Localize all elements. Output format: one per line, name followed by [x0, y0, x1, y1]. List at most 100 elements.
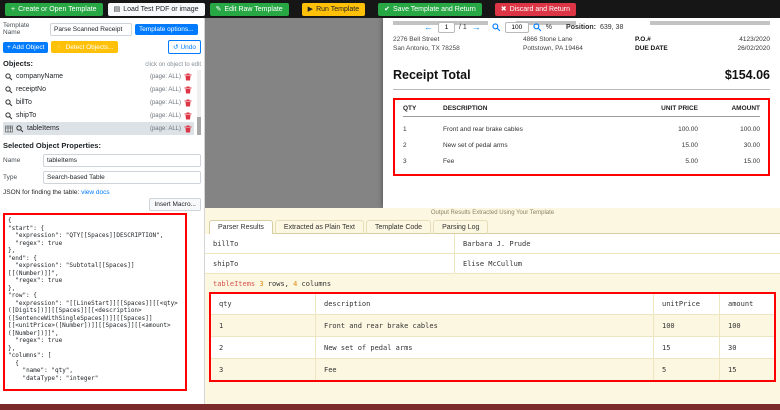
page-total-label: / 1: [459, 24, 467, 31]
object-row-tableItems[interactable]: tableItems (page: ALL): [3, 122, 194, 135]
trash-icon[interactable]: [184, 73, 192, 81]
run-label: Run Template: [316, 6, 359, 13]
run-template-button[interactable]: ▶ Run Template: [302, 3, 365, 16]
bill-address-line1: 2276 Bell Street: [393, 35, 523, 44]
parsed-table-row: 1 Front and rear brake cables 100 100: [211, 314, 774, 336]
next-page-button[interactable]: →: [471, 23, 482, 32]
object-name: companyName: [16, 73, 63, 80]
objects-section-title: Objects:: [3, 59, 33, 68]
trash-icon[interactable]: [184, 99, 192, 107]
cross-icon: ✖: [501, 6, 507, 13]
view-docs-link[interactable]: view docs: [81, 189, 110, 196]
tab-parsing-log[interactable]: Parsing Log: [433, 220, 488, 234]
doc-col-description: DESCRIPTION: [443, 105, 626, 112]
template-options-button[interactable]: Template options...: [135, 24, 198, 35]
zoom-level-input[interactable]: [505, 22, 529, 33]
search-icon: [5, 112, 13, 120]
detect-objects-label: Detect Objects...: [66, 44, 114, 51]
edit-raw-template-button[interactable]: ✎ Edit Raw Template: [210, 3, 289, 16]
field-key: billTo: [205, 234, 455, 253]
template-name-input[interactable]: [50, 23, 132, 36]
objects-scrollbar[interactable]: [197, 70, 201, 135]
doc-table-row: 2 New set of pedal arms 15.00 30.00: [403, 142, 760, 149]
top-toolbar: + Create or Open Template ▤ Load Test PD…: [0, 0, 780, 18]
table-name: tableItems: [213, 280, 255, 288]
add-object-button[interactable]: + Add Object: [3, 42, 48, 53]
objects-list: companyName (page: ALL) receiptNo (page:…: [3, 70, 201, 135]
template-sidebar: Template Name Template options... + Add …: [0, 18, 205, 404]
objects-hint: click on object to edit: [145, 62, 201, 68]
ship-address-line2: Pottstown, PA 19464: [523, 44, 635, 53]
tab-parser-results[interactable]: Parser Results: [209, 220, 273, 234]
type-field-label: Type: [3, 174, 39, 181]
search-icon: [16, 125, 24, 133]
zoom-unit-label: %: [546, 24, 552, 31]
undo-button[interactable]: ↺ Undo: [168, 40, 201, 54]
search-icon: [5, 86, 13, 94]
position-value: 639, 38: [600, 24, 623, 31]
table-icon: [5, 125, 13, 133]
object-type-input: [43, 171, 201, 184]
object-row-billTo[interactable]: billTo (page: ALL): [3, 96, 194, 109]
zoom-out-icon[interactable]: [492, 23, 501, 32]
create-or-open-template-button[interactable]: + Create or Open Template: [5, 3, 103, 16]
output-results-panel: Output Results Extracted Using Your Temp…: [205, 208, 780, 404]
parsed-table-row: 2 New set of pedal arms 15 30: [211, 336, 774, 358]
save-icon: ✔: [384, 6, 390, 13]
parsed-table-highlight: qty description unitPrice amount 1 Front…: [209, 292, 776, 382]
field-value: Elise McCullum: [455, 254, 522, 273]
selected-object-properties-title: Selected Object Properties:: [3, 141, 201, 150]
receipt-total-label: Receipt Total: [393, 68, 471, 82]
undo-icon: ↺: [173, 43, 178, 51]
table-summary: tableItems 3 rows, 4 columns: [205, 274, 780, 292]
object-row-shipTo[interactable]: shipTo (page: ALL): [3, 109, 194, 122]
table-json-editor[interactable]: { "start": { "expression": "QTY[[Spaces]…: [3, 213, 187, 391]
object-page-label: (page: ALL): [150, 100, 181, 106]
tab-template-code[interactable]: Template Code: [366, 220, 431, 234]
trash-icon[interactable]: [184, 125, 192, 133]
tab-extracted-plain-text[interactable]: Extracted as Plain Text: [275, 220, 364, 234]
doc-col-qty: QTY: [403, 105, 443, 112]
document-viewer: ← / 1 → % Position: 639, 38 2276 Bell St…: [205, 18, 780, 208]
col-description: description: [316, 294, 654, 314]
parsed-fields: billTo Barbara J. Prude shipTo Elise McC…: [205, 234, 780, 274]
field-row-billTo: billTo Barbara J. Prude: [205, 234, 780, 254]
plus-icon: +: [11, 6, 15, 13]
undo-label: Undo: [180, 44, 196, 51]
doc-col-amount: AMOUNT: [698, 105, 760, 112]
create-or-open-label: Create or Open Template: [18, 6, 96, 13]
receipt-total-row: Receipt Total $154.06: [393, 68, 770, 90]
detect-objects-button[interactable]: ⚡ Detect Objects...: [51, 41, 117, 53]
document-page[interactable]: 2276 Bell Street San Antonio, TX 78258 4…: [383, 18, 780, 208]
results-tabs: Parser Results Extracted as Plain Text T…: [209, 219, 780, 234]
object-name-input[interactable]: [43, 154, 201, 167]
due-date-label: DUE DATE: [635, 44, 668, 53]
name-field-label: Name: [3, 157, 39, 164]
discard-button[interactable]: ✖ Discard and Return: [495, 3, 576, 16]
bill-address-line2: San Antonio, TX 78258: [393, 44, 523, 53]
object-page-label: (page: ALL): [150, 113, 181, 119]
file-icon: ▤: [114, 6, 121, 13]
save-template-button[interactable]: ✔ Save Template and Return: [378, 3, 482, 16]
template-name-label: Template Name: [3, 22, 47, 36]
page-number-input[interactable]: [438, 22, 455, 33]
object-name: tableItems: [27, 125, 59, 132]
object-row-companyName[interactable]: companyName (page: ALL): [3, 70, 194, 83]
zoom-in-icon[interactable]: [533, 23, 542, 32]
parsed-table-row: 3 Fee 5 15: [211, 358, 774, 380]
prev-page-button[interactable]: ←: [423, 23, 434, 32]
field-key: shipTo: [205, 254, 455, 273]
object-page-label: (page: ALL): [150, 126, 181, 132]
object-row-receiptNo[interactable]: receiptNo (page: ALL): [3, 83, 194, 96]
doc-col-unit-price: UNIT PRICE: [626, 105, 698, 112]
insert-macro-button[interactable]: Insert Macro...: [149, 198, 201, 211]
load-test-pdf-button[interactable]: ▤ Load Test PDF or image: [108, 3, 205, 16]
position-label: Position:: [566, 24, 596, 31]
trash-icon[interactable]: [184, 112, 192, 120]
scrollbar-thumb[interactable]: [197, 117, 201, 135]
detect-icon: ⚡: [55, 43, 63, 51]
doc-table-row: 3 Fee 5.00 15.00: [403, 158, 760, 165]
object-name: shipTo: [16, 112, 36, 119]
field-value: Barbara J. Prude: [455, 234, 530, 253]
trash-icon[interactable]: [184, 86, 192, 94]
